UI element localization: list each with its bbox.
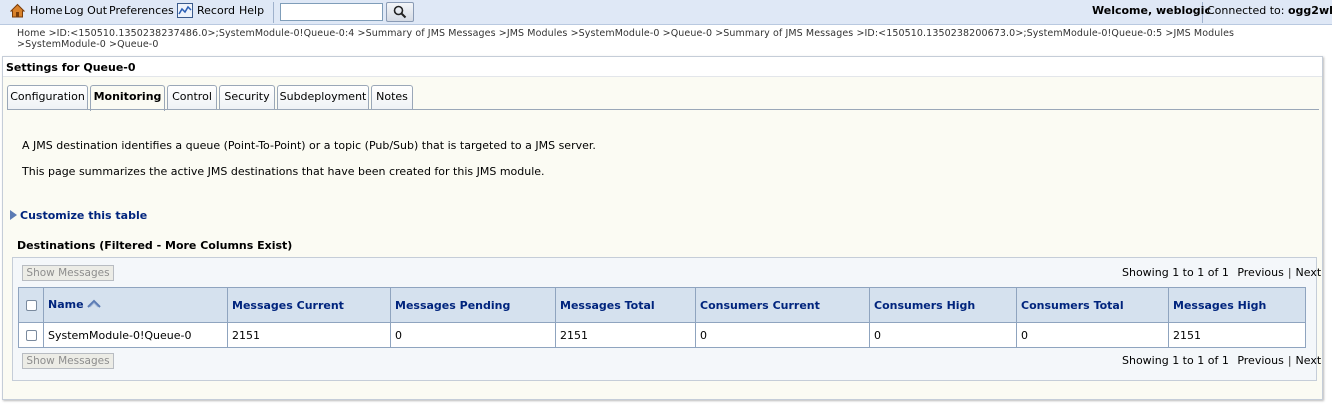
breadcrumb-item[interactable]: Queue-0 <box>117 39 158 50</box>
welcome-text: Welcome, weblogic <box>1092 4 1211 17</box>
connected-server: ogg2wls <box>1287 4 1332 17</box>
cell-messages-high: 2151 <box>1168 322 1306 348</box>
record-icon[interactable] <box>177 3 193 18</box>
breadcrumb-item[interactable]: JMS Modules <box>1173 28 1234 39</box>
cell-messages-current: 2151 <box>227 322 391 348</box>
help-link[interactable]: Help <box>239 4 264 17</box>
pager-showing: Showing 1 to 1 of 1 <box>1122 266 1229 279</box>
cell-consumers-current: 0 <box>695 322 870 348</box>
tab-subdeployment[interactable]: Subdeployment <box>277 85 369 110</box>
column-header-consumers-high[interactable]: Consumers High <box>869 287 1017 323</box>
breadcrumb: Home >ID:<150510.1350238237486.0>;System… <box>17 28 1235 50</box>
select-all-header <box>18 287 44 323</box>
select-all-checkbox[interactable] <box>25 300 37 311</box>
column-header-messages-total[interactable]: Messages Total <box>555 287 696 323</box>
pager-bottom: Showing 1 to 1 of 1 Previous | Next <box>1122 354 1322 367</box>
column-header-messages-current[interactable]: Messages Current <box>227 287 391 323</box>
tab-control[interactable]: Control <box>167 85 217 110</box>
home-icon[interactable] <box>9 3 26 18</box>
search-input[interactable] <box>280 3 383 21</box>
description-summary: This page summarizes the active JMS dest… <box>22 165 545 178</box>
show-messages-button-bottom[interactable]: Show Messages <box>22 353 114 369</box>
customize-table-label: Customize this table <box>20 209 148 222</box>
tab-underline <box>7 109 1319 110</box>
row-select-cell <box>18 322 44 348</box>
top-toolbar: Home Log Out Preferences Record Help Wel… <box>0 0 1332 25</box>
page-title: Settings for Queue-0 <box>3 57 1322 77</box>
row-checkbox[interactable] <box>25 330 37 341</box>
pager-top: Showing 1 to 1 of 1 Previous | Next <box>1122 266 1322 279</box>
tab-monitoring[interactable]: Monitoring <box>90 85 165 111</box>
settings-panel: Settings for Queue-0 Configuration Monit… <box>2 56 1323 400</box>
breadcrumb-item[interactable]: ID:<150510.1350238237486.0>;SystemModule… <box>57 28 355 39</box>
table-row: SystemModule-0!Queue-0 2151 0 2151 0 0 0… <box>18 322 1306 348</box>
breadcrumb-item[interactable]: Summary of JMS Messages <box>723 28 853 39</box>
breadcrumb-item[interactable]: JMS Modules <box>507 28 568 39</box>
table-header-row: Name Messages Current Messages Pending M… <box>18 287 1306 323</box>
column-header-messages-pending[interactable]: Messages Pending <box>390 287 556 323</box>
column-header-messages-high[interactable]: Messages High <box>1168 287 1306 323</box>
search-button[interactable] <box>386 2 414 22</box>
column-header-consumers-total[interactable]: Consumers Total <box>1016 287 1169 323</box>
pager-showing: Showing 1 to 1 of 1 <box>1122 354 1229 367</box>
tab-security[interactable]: Security <box>219 85 275 110</box>
breadcrumb-item[interactable]: Summary of JMS Messages <box>366 28 496 39</box>
show-messages-button[interactable]: Show Messages <box>22 265 114 281</box>
breadcrumb-item[interactable]: SystemModule-0 <box>25 39 106 50</box>
destinations-table: Name Messages Current Messages Pending M… <box>18 287 1306 348</box>
pager-next[interactable]: Next <box>1296 266 1322 279</box>
logout-link[interactable]: Log Out <box>64 4 107 17</box>
column-header-consumers-current[interactable]: Consumers Current <box>695 287 870 323</box>
preferences-link[interactable]: Preferences <box>109 4 174 17</box>
table-title: Destinations (Filtered - More Columns Ex… <box>17 239 293 252</box>
home-link[interactable]: Home <box>30 4 62 17</box>
cell-consumers-total: 0 <box>1016 322 1169 348</box>
pager-previous[interactable]: Previous <box>1237 354 1284 367</box>
sort-ascending-icon[interactable] <box>86 299 101 312</box>
description-destination: A JMS destination identifies a queue (Po… <box>22 139 596 152</box>
record-link[interactable]: Record <box>197 4 235 17</box>
connected-text: Connected to: ogg2wls <box>1207 4 1332 17</box>
tab-configuration[interactable]: Configuration <box>7 85 88 110</box>
cell-consumers-high: 0 <box>869 322 1017 348</box>
breadcrumb-item[interactable]: ID:<150510.1350238200673.0>;SystemModule… <box>865 28 1163 39</box>
column-header-name[interactable]: Name <box>43 287 228 323</box>
pager-next[interactable]: Next <box>1296 354 1322 367</box>
breadcrumb-item[interactable]: Queue-0 <box>671 28 712 39</box>
cell-name: SystemModule-0!Queue-0 <box>43 322 228 348</box>
pager-previous[interactable]: Previous <box>1237 266 1284 279</box>
connected-label: Connected to: <box>1207 4 1285 17</box>
cell-messages-pending: 0 <box>390 322 556 348</box>
column-header-label: Name <box>48 298 84 312</box>
search-icon <box>387 5 413 19</box>
cell-messages-total: 2151 <box>555 322 696 348</box>
breadcrumb-item[interactable]: Home <box>17 28 45 39</box>
breadcrumb-item[interactable]: SystemModule-0 <box>579 28 660 39</box>
customize-table-link[interactable]: Customize this table <box>10 209 147 222</box>
tab-notes[interactable]: Notes <box>371 85 413 110</box>
toolbar-divider <box>273 2 274 23</box>
expand-triangle-icon <box>10 210 17 220</box>
